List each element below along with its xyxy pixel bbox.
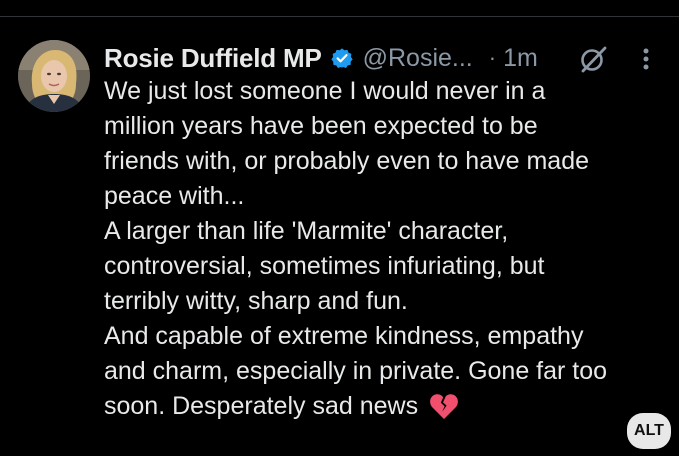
tweet-body: We just lost someone I would never in a …	[104, 77, 608, 420]
verified-badge-icon	[330, 47, 353, 69]
tweet-header: Rosie Duffield MP @Rosie... · 1m	[104, 38, 659, 78]
avatar-photo	[18, 40, 90, 112]
divider	[0, 16, 679, 17]
grok-icon[interactable]	[578, 44, 608, 74]
display-name[interactable]: Rosie Duffield MP	[104, 43, 322, 74]
tweet-card: Rosie Duffield MP @Rosie... · 1m We just…	[0, 0, 679, 456]
timestamp[interactable]: 1m	[503, 44, 538, 73]
more-vertical-icon[interactable]	[636, 44, 656, 74]
tweet-text: We just lost someone I would never in a …	[104, 74, 664, 424]
handle[interactable]: @Rosie...	[363, 44, 473, 73]
separator-dot: ·	[488, 45, 497, 70]
avatar[interactable]	[18, 40, 90, 112]
alt-badge[interactable]: ALT	[627, 413, 671, 449]
broken-heart-icon	[430, 394, 458, 419]
